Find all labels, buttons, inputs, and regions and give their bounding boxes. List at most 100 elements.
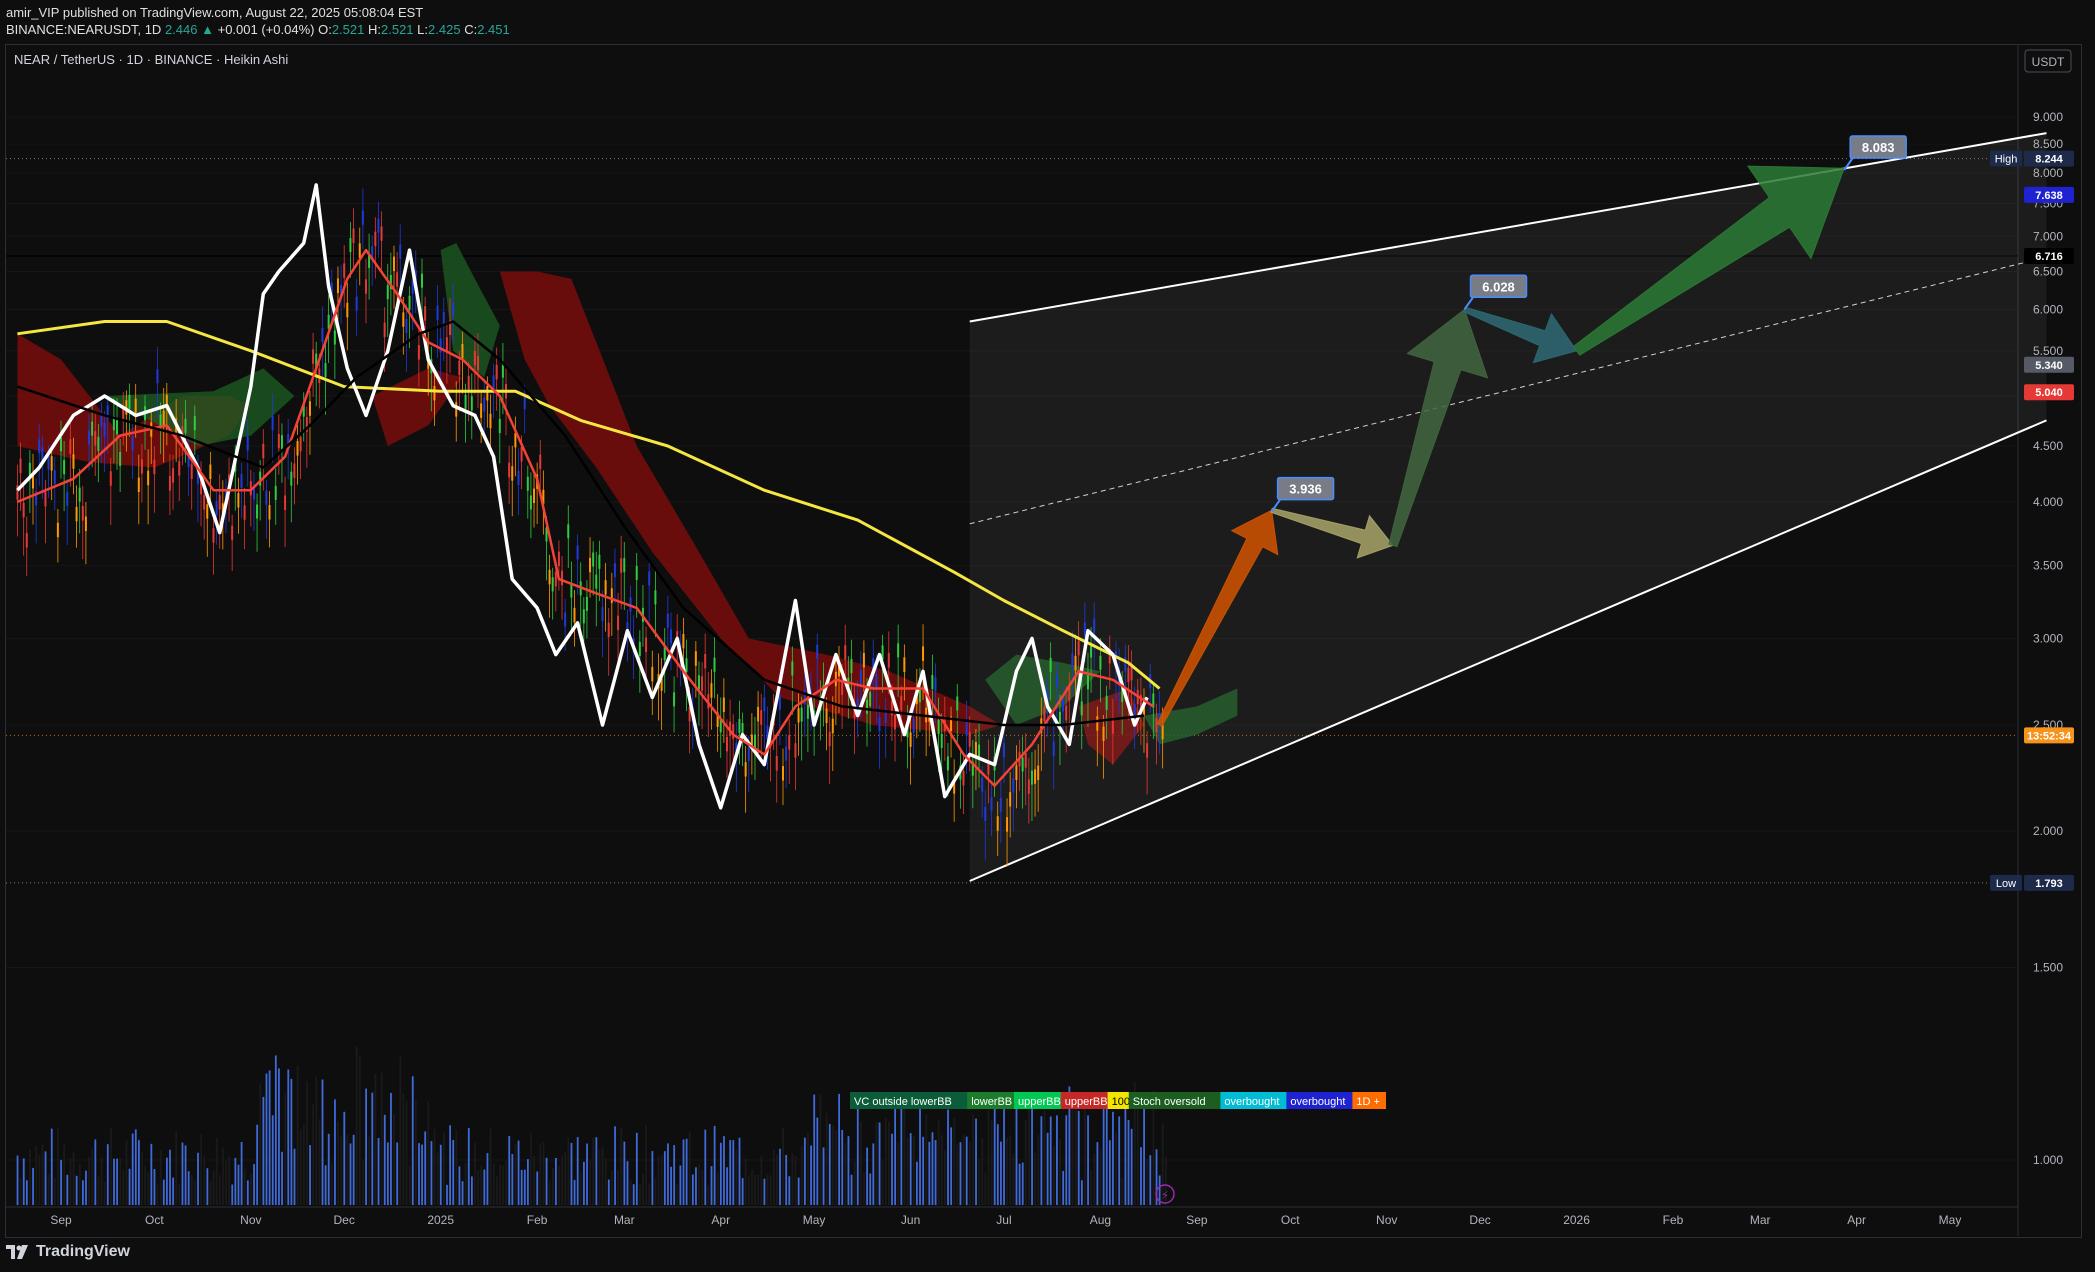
candle-body <box>903 657 906 672</box>
candle-body <box>134 398 137 414</box>
volume-bar <box>212 1171 215 1205</box>
volume-bar <box>169 1149 171 1205</box>
candle-body <box>1021 757 1024 772</box>
volume-bar <box>383 1114 386 1205</box>
volume-bar <box>514 1144 517 1205</box>
candle-body <box>604 580 607 595</box>
volume-bar <box>747 1176 750 1205</box>
volume-bar <box>1009 1135 1012 1205</box>
candle-body <box>794 743 797 758</box>
volume-bar <box>302 1124 305 1205</box>
candle-body <box>399 244 402 259</box>
candle-body <box>526 476 529 491</box>
volume-bar <box>738 1137 741 1205</box>
volume-bar <box>477 1170 480 1205</box>
candle-body <box>268 505 271 520</box>
volume-bar <box>306 1081 308 1205</box>
candle-body <box>654 590 657 605</box>
volume-bar <box>555 1157 557 1205</box>
volume-bar <box>386 1142 389 1205</box>
candle-body <box>713 657 716 672</box>
candle-body <box>69 439 72 454</box>
candle-body <box>589 557 592 573</box>
volume-bar <box>274 1055 277 1205</box>
volume-bar <box>1115 1132 1117 1205</box>
volume-bar <box>427 1101 430 1205</box>
volume-bar <box>1099 1148 1102 1205</box>
price-tick-label: 5.500 <box>2033 344 2063 358</box>
time-tick-label: 2026 <box>1563 1213 1590 1227</box>
volume-bar <box>150 1143 153 1205</box>
candle-body <box>514 432 517 448</box>
candle-body <box>209 464 212 479</box>
volume-bar <box>614 1126 616 1205</box>
candle-body <box>922 646 925 661</box>
price-tick-label: 9.000 <box>2033 110 2063 124</box>
volume-bar <box>1140 1147 1142 1205</box>
candle-body <box>50 456 53 471</box>
volume-bar <box>75 1175 78 1205</box>
volume-bar <box>225 1160 227 1205</box>
volume-bar <box>234 1157 237 1205</box>
volume-bar <box>1084 1107 1086 1205</box>
candle-body <box>974 741 977 757</box>
candle-body <box>816 644 819 659</box>
volume-bar <box>1146 1158 1149 1205</box>
volume-bar <box>41 1144 44 1205</box>
price-chart[interactable]: 3.9366.0288.083 9.0008.5008.0007.5007.00… <box>0 0 2095 1240</box>
volume-bar <box>1018 1163 1021 1205</box>
volume-bar <box>639 1184 641 1205</box>
candle-body <box>433 385 436 401</box>
volume-bar <box>63 1144 66 1205</box>
volume-bar <box>859 1121 862 1205</box>
volume-bar <box>533 1155 536 1205</box>
volume-bar <box>1059 1139 1061 1205</box>
price-badge-value: 5.040 <box>2035 387 2063 399</box>
volume-bar <box>511 1154 514 1205</box>
candle-body <box>231 525 234 541</box>
candle-body <box>22 502 25 518</box>
volume-bar <box>1024 1119 1027 1205</box>
volume-bar <box>452 1139 455 1205</box>
candle-body <box>763 697 766 712</box>
volume-bar <box>85 1170 87 1205</box>
candle-body <box>88 430 91 445</box>
time-tick-label: 2025 <box>427 1213 454 1227</box>
volume-bar <box>25 1180 28 1205</box>
volume-bar <box>1040 1116 1043 1205</box>
candle-body <box>850 658 853 673</box>
volume-bar <box>551 1167 554 1205</box>
volume-bar <box>542 1141 545 1205</box>
candle-body <box>84 516 87 532</box>
candle-body <box>797 708 800 723</box>
candle-body <box>492 375 495 390</box>
candle-body <box>147 470 150 486</box>
candle-body <box>327 314 330 329</box>
volume-bar <box>446 1184 448 1205</box>
volume-bar <box>583 1161 585 1205</box>
volume-bar <box>897 1142 900 1205</box>
candle-body <box>900 695 903 711</box>
volume-bar <box>847 1136 850 1205</box>
volume-bar <box>206 1168 209 1205</box>
target-label: 8.083 <box>1862 140 1895 155</box>
candle-body <box>486 385 489 401</box>
volume-bar <box>281 1151 283 1205</box>
volume-bar <box>1065 1115 1068 1205</box>
volume-bar <box>343 1111 346 1205</box>
volume-bar <box>1118 1116 1121 1205</box>
candle-body <box>349 238 352 253</box>
candle-body <box>81 506 84 521</box>
candle-body <box>968 732 971 747</box>
volume-bar <box>461 1181 464 1205</box>
candle-body <box>620 558 623 573</box>
volume-bar <box>648 1183 651 1205</box>
candle-body <box>1161 724 1164 740</box>
currency-button[interactable]: USDT <box>2024 49 2072 73</box>
candle-body <box>1127 667 1130 683</box>
candle-body <box>613 563 616 578</box>
volume-bar <box>1015 1108 1018 1205</box>
volume-bar <box>436 1152 439 1205</box>
volume-bar <box>69 1158 72 1205</box>
indicator-tag-label: overbought <box>1224 1096 1279 1108</box>
